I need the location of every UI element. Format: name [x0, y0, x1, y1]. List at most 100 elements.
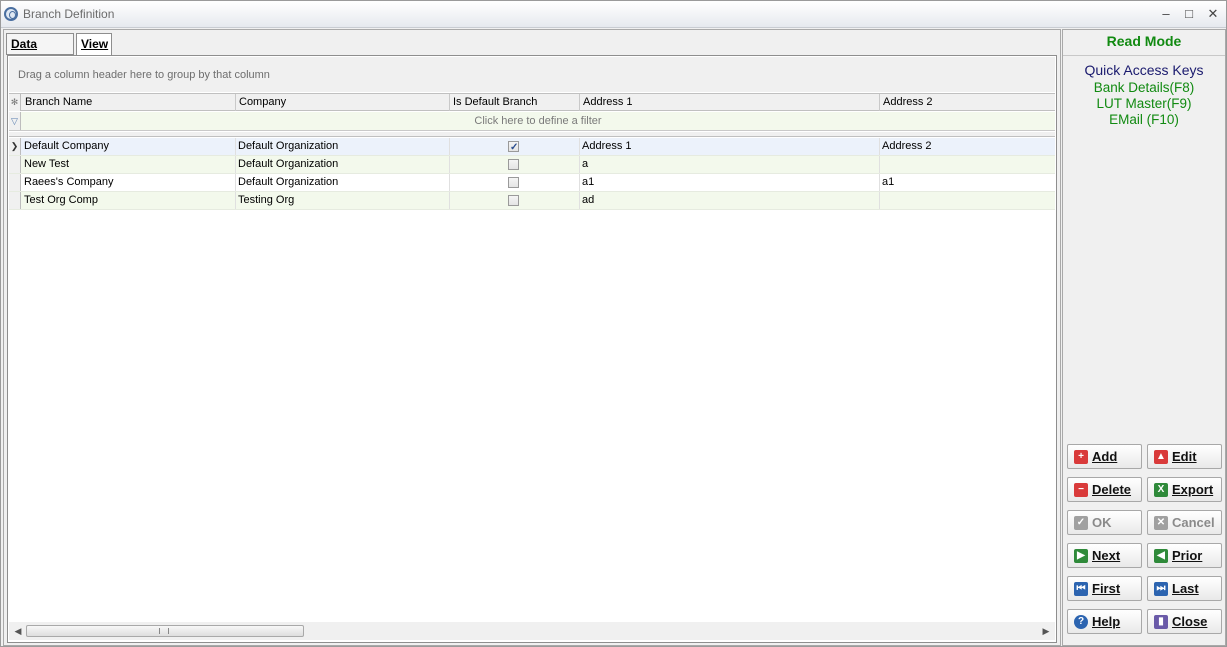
- column-header-address-1[interactable]: Address 1: [580, 94, 880, 111]
- cell-company[interactable]: Default Organization: [236, 156, 450, 173]
- tab-view[interactable]: View: [76, 33, 112, 56]
- maximize-button[interactable]: □: [1179, 5, 1199, 23]
- window-title: Branch Definition: [23, 7, 115, 21]
- filter-hint[interactable]: Click here to define a filter: [21, 112, 1055, 130]
- next-button[interactable]: ▶ Next: [1067, 543, 1142, 568]
- help-button-label: Help: [1092, 614, 1121, 629]
- last-button[interactable]: ⏭ Last: [1147, 576, 1222, 601]
- tab-data-entry[interactable]: Data Entry: [6, 33, 74, 71]
- content-pane: Data Entry View Drag a column header her…: [3, 29, 1061, 646]
- cell-address-1[interactable]: a: [580, 156, 880, 173]
- cell-address-2[interactable]: [880, 192, 1055, 209]
- grid-header-row: ✻ Branch Name Company Is Default Branch …: [9, 93, 1055, 111]
- cell-is-default[interactable]: [450, 174, 580, 191]
- add-button-label: Add: [1092, 449, 1118, 464]
- close-button[interactable]: ▮ Close: [1147, 609, 1222, 634]
- scroll-right-arrow-icon[interactable]: ▶: [1039, 622, 1053, 640]
- minus-icon: −: [1074, 483, 1088, 497]
- row-indicator[interactable]: [9, 192, 21, 209]
- table-row[interactable]: Test Org Comp Testing Org ad: [9, 192, 1055, 210]
- new-row-star-icon[interactable]: ✻: [9, 94, 21, 111]
- next-arrow-icon: ▶: [1074, 549, 1088, 563]
- ok-button[interactable]: ✓ OK: [1067, 510, 1142, 535]
- table-row[interactable]: ❯ Default Company Default Organization A…: [9, 138, 1055, 156]
- check-icon: ✓: [1074, 516, 1088, 530]
- column-header-address-2[interactable]: Address 2: [880, 94, 1055, 111]
- cell-branch-name[interactable]: Test Org Comp: [22, 192, 236, 209]
- cancel-x-icon: ✕: [1154, 516, 1168, 530]
- table-row[interactable]: New Test Default Organization a: [9, 156, 1055, 174]
- close-window-button[interactable]: ✕: [1203, 5, 1223, 23]
- first-button[interactable]: ⏮ First: [1067, 576, 1142, 601]
- excel-icon: X: [1154, 483, 1168, 497]
- first-record-icon: ⏮: [1074, 582, 1088, 596]
- ok-button-label: OK: [1092, 515, 1112, 530]
- title-bar: Branch Definition – □ ✕: [1, 1, 1226, 28]
- export-button[interactable]: X Export: [1147, 477, 1222, 502]
- branch-grid: Drag a column header here to group by th…: [7, 55, 1057, 643]
- add-button[interactable]: + Add: [1067, 444, 1142, 469]
- cell-company[interactable]: Default Organization: [236, 174, 450, 191]
- row-indicator[interactable]: [9, 156, 21, 173]
- last-button-label: Last: [1172, 581, 1199, 596]
- first-button-label: First: [1092, 581, 1121, 596]
- cell-address-2[interactable]: [880, 156, 1055, 173]
- edit-icon: ▲: [1154, 450, 1168, 464]
- is-default-checkbox[interactable]: [508, 195, 519, 206]
- prior-arrow-icon: ◀: [1154, 549, 1168, 563]
- row-indicator[interactable]: [9, 174, 21, 191]
- help-question-icon: ?: [1074, 615, 1088, 629]
- cell-is-default[interactable]: [450, 156, 580, 173]
- current-row-arrow-icon: ❯: [9, 138, 21, 155]
- last-record-icon: ⏭: [1154, 582, 1168, 596]
- cancel-button-label: Cancel: [1172, 515, 1215, 530]
- help-button[interactable]: ? Help: [1067, 609, 1142, 634]
- prior-button[interactable]: ◀ Prior: [1147, 543, 1222, 568]
- cell-company[interactable]: Default Organization: [236, 138, 450, 155]
- read-mode-label: Read Mode: [1106, 33, 1182, 49]
- cell-address-2[interactable]: a1: [880, 174, 1055, 191]
- plus-icon: +: [1074, 450, 1088, 464]
- column-header-company[interactable]: Company: [236, 94, 450, 111]
- is-default-checkbox[interactable]: [508, 159, 519, 170]
- quick-access-title: Quick Access Keys: [1084, 62, 1204, 78]
- cancel-button[interactable]: ✕ Cancel: [1147, 510, 1222, 535]
- is-default-checkbox[interactable]: [508, 139, 519, 155]
- header-separator: [9, 132, 1055, 137]
- cell-address-2[interactable]: Address 2: [880, 138, 1055, 155]
- delete-button[interactable]: − Delete: [1067, 477, 1142, 502]
- cell-branch-name[interactable]: Default Company: [22, 138, 236, 155]
- delete-button-label: Delete: [1092, 482, 1132, 497]
- table-row[interactable]: Raees's Company Default Organization a1 …: [9, 174, 1055, 192]
- quick-access-bank-details[interactable]: Bank Details(F8): [1063, 80, 1225, 95]
- cell-address-1[interactable]: ad: [580, 192, 880, 209]
- scroll-left-arrow-icon[interactable]: ◀: [11, 622, 25, 640]
- edit-button[interactable]: ▲ Edit: [1147, 444, 1222, 469]
- is-default-checkbox[interactable]: [508, 177, 519, 188]
- cell-address-1[interactable]: Address 1: [580, 138, 880, 155]
- column-header-is-default-branch[interactable]: Is Default Branch: [450, 94, 580, 111]
- minimize-button[interactable]: –: [1156, 5, 1176, 23]
- export-button-label: Export: [1172, 482, 1214, 497]
- quick-access-email[interactable]: EMail (F10): [1063, 112, 1225, 127]
- side-divider: [1063, 55, 1225, 56]
- cell-address-1[interactable]: a1: [580, 174, 880, 191]
- horizontal-scrollbar[interactable]: ◀ ▶: [9, 622, 1055, 640]
- scrollbar-grip-icon: [159, 628, 169, 634]
- tab-view-label: View: [81, 37, 109, 51]
- cell-branch-name[interactable]: New Test: [22, 156, 236, 173]
- cell-is-default[interactable]: [450, 138, 580, 155]
- filter-row[interactable]: ▽ Click here to define a filter: [9, 112, 1055, 131]
- scrollbar-thumb[interactable]: [26, 625, 304, 637]
- door-exit-icon: ▮: [1154, 615, 1168, 629]
- side-panel: Read Mode Quick Access Keys Bank Details…: [1062, 29, 1226, 646]
- edit-button-label: Edit: [1172, 449, 1197, 464]
- column-header-branch-name[interactable]: Branch Name: [22, 94, 236, 111]
- cell-branch-name[interactable]: Raees's Company: [22, 174, 236, 191]
- app-logo-icon: [4, 7, 18, 21]
- cell-is-default[interactable]: [450, 192, 580, 209]
- prior-button-label: Prior: [1172, 548, 1203, 563]
- cell-company[interactable]: Testing Org: [236, 192, 450, 209]
- quick-access-lut-master[interactable]: LUT Master(F9): [1063, 96, 1225, 111]
- group-by-panel[interactable]: Drag a column header here to group by th…: [9, 57, 1055, 92]
